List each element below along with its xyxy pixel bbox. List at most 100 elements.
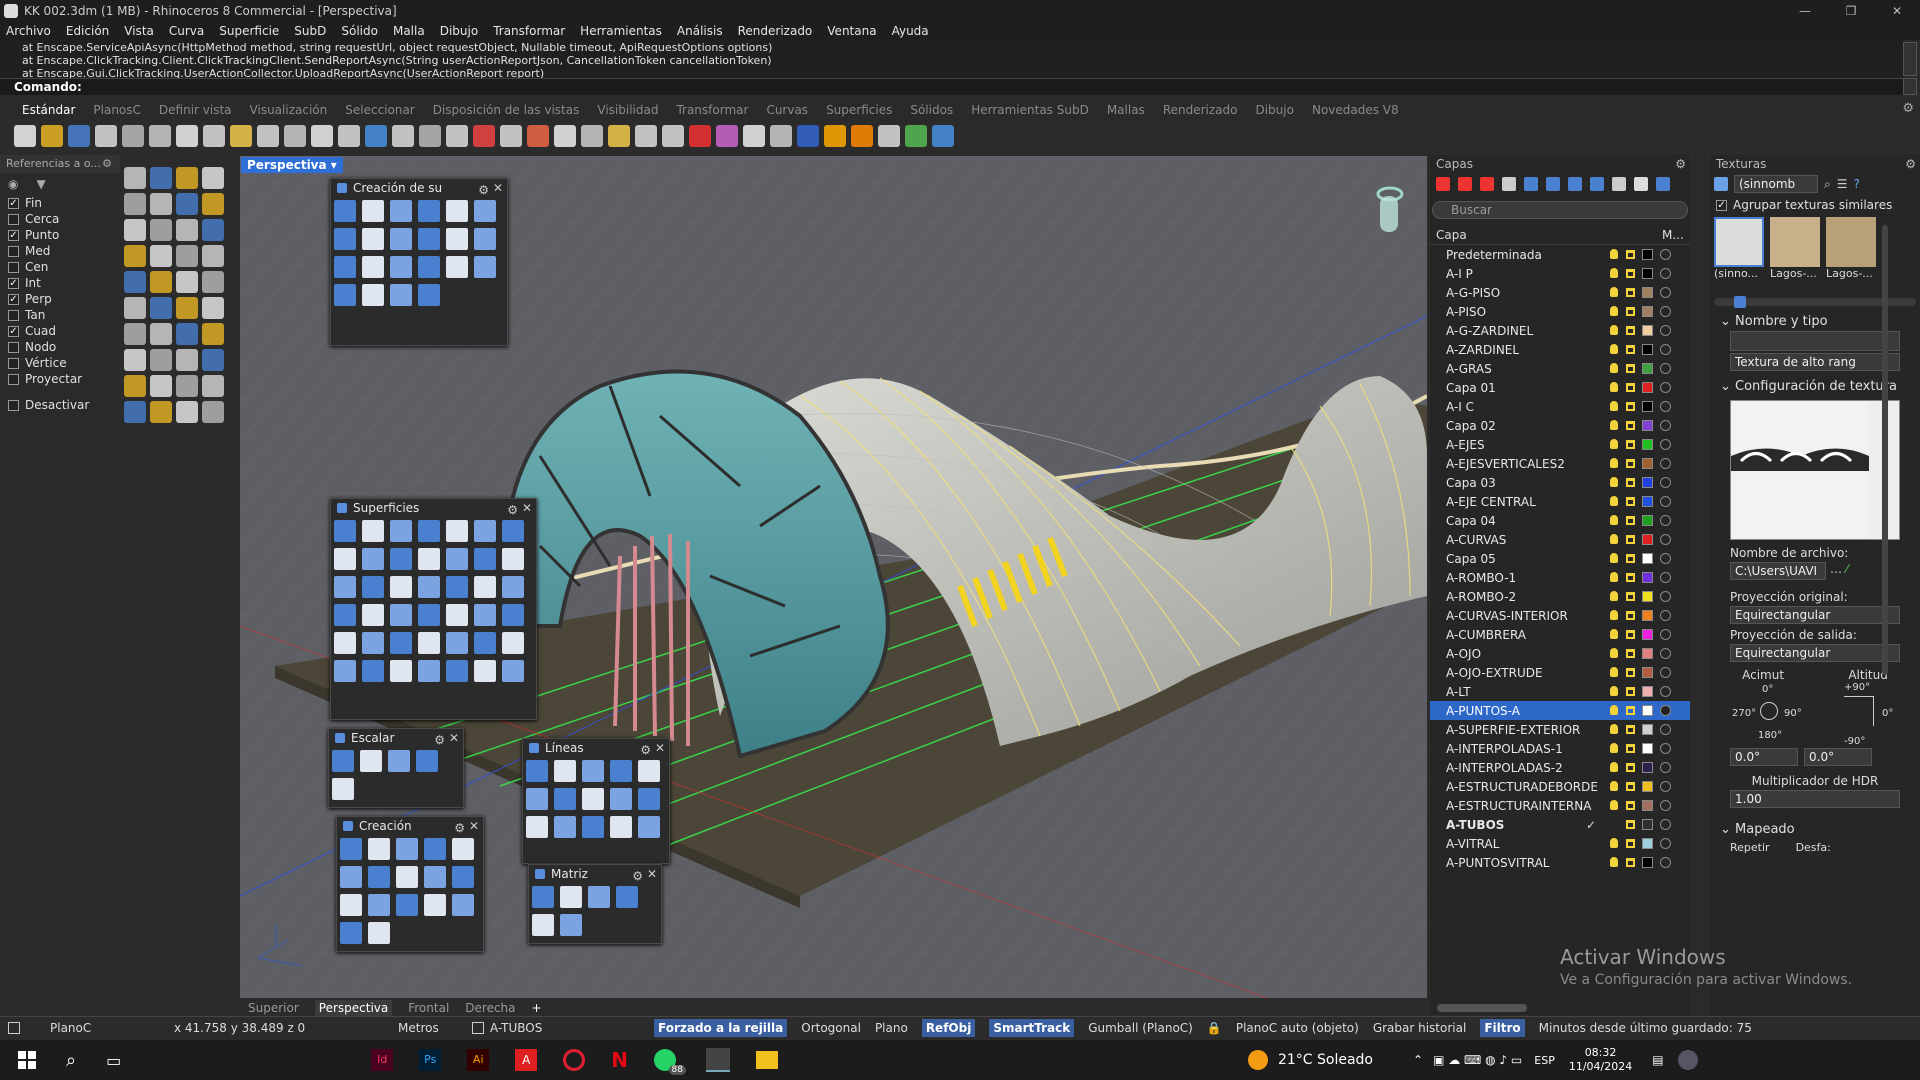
layer-color-swatch[interactable]	[1642, 401, 1653, 412]
layer-color-swatch[interactable]	[1642, 819, 1653, 830]
sidebar-tool-icon[interactable]	[150, 297, 172, 319]
layer-color-swatch[interactable]	[1642, 553, 1653, 564]
toolbar-tab[interactable]: Estándar	[22, 103, 75, 117]
texture-thumb[interactable]: Lagos-...	[1826, 217, 1876, 280]
close-icon[interactable]: ✕	[647, 865, 657, 883]
layer-visibility-bulb-icon[interactable]	[1610, 401, 1618, 411]
floating-tool-icon[interactable]	[360, 750, 382, 772]
floating-toolbar-header[interactable]: Matriz ⚙ ✕	[529, 865, 661, 883]
floating-tool-icon[interactable]	[334, 228, 356, 250]
layer-material-icon[interactable]	[1660, 705, 1671, 716]
layer-lock-icon[interactable]	[1626, 516, 1635, 525]
layer-lock-icon[interactable]	[1626, 630, 1635, 639]
floating-tool-icon[interactable]	[362, 576, 384, 598]
help-icon[interactable]: ?	[1854, 177, 1860, 191]
floating-tool-icon[interactable]	[418, 284, 440, 306]
sidebar-tool-icon[interactable]	[176, 297, 198, 319]
menu-item[interactable]: Dibujo	[440, 24, 478, 38]
sidebar-tool-icon[interactable]	[202, 219, 224, 241]
layer-material-icon[interactable]	[1660, 762, 1671, 773]
layer-color-swatch[interactable]	[1642, 249, 1653, 260]
toolbar-tool-icon[interactable]	[203, 125, 225, 147]
floating-tool-icon[interactable]	[452, 838, 474, 860]
layer-tool-icon[interactable]	[1502, 177, 1516, 191]
status-panel-icon[interactable]	[8, 1021, 20, 1034]
toolbar-tab[interactable]: Visibilidad	[597, 103, 658, 117]
layer-tool-icon[interactable]	[1568, 177, 1582, 191]
floating-tool-icon[interactable]	[424, 866, 446, 888]
layer-material-icon[interactable]	[1660, 363, 1671, 374]
group-similar-checkbox[interactable]: ✓	[1716, 199, 1727, 211]
layer-tool-icon[interactable]	[1480, 177, 1494, 191]
floating-tool-icon[interactable]	[396, 838, 418, 860]
menu-item[interactable]: Ventana	[827, 24, 876, 38]
floating-tool-icon[interactable]	[474, 228, 496, 250]
floating-tool-icon[interactable]	[446, 200, 468, 222]
osnap-item[interactable]: Med	[0, 243, 120, 259]
floating-tool-icon[interactable]	[452, 866, 474, 888]
sidebar-tool-icon[interactable]	[176, 245, 198, 267]
layer-tool-icon[interactable]	[1546, 177, 1560, 191]
layer-row[interactable]: A-VITRAL	[1430, 834, 1690, 853]
layer-row[interactable]: Capa 03	[1430, 473, 1690, 492]
layer-row[interactable]: A-I C	[1430, 397, 1690, 416]
toolbar-tab[interactable]: Novedades V8	[1312, 103, 1399, 117]
floating-tool-icon[interactable]	[560, 914, 582, 936]
floating-tool-icon[interactable]	[446, 228, 468, 250]
floating-tool-icon[interactable]	[532, 886, 554, 908]
sidebar-tool-icon[interactable]	[176, 193, 198, 215]
floating-tool-icon[interactable]	[368, 894, 390, 916]
sidebar-tool-icon[interactable]	[202, 297, 224, 319]
floating-tool-icon[interactable]	[390, 632, 412, 654]
gear-icon[interactable]: ⚙	[507, 501, 518, 519]
layer-material-icon[interactable]	[1660, 534, 1671, 545]
layer-lock-icon[interactable]	[1626, 687, 1635, 696]
close-icon[interactable]: ✕	[655, 739, 665, 757]
layer-visibility-bulb-icon[interactable]	[1610, 325, 1618, 335]
group-similar-option[interactable]: ✓ Agrupar texturas similares	[1710, 197, 1920, 213]
layer-visibility-bulb-icon[interactable]	[1610, 496, 1618, 506]
layer-material-icon[interactable]	[1660, 249, 1671, 260]
layer-color-swatch[interactable]	[1642, 306, 1653, 317]
floating-tool-icon[interactable]	[418, 520, 440, 542]
status-record-history[interactable]: Grabar historial	[1373, 1021, 1467, 1035]
task-view-icon[interactable]: ▭	[106, 1051, 121, 1070]
toolbar-tab[interactable]: Transformar	[676, 103, 748, 117]
sidebar-tool-icon[interactable]	[150, 349, 172, 371]
layer-color-swatch[interactable]	[1642, 629, 1653, 640]
toolbar-tool-icon[interactable]	[122, 125, 144, 147]
toolbar-tab[interactable]: Seleccionar	[345, 103, 414, 117]
layer-color-swatch[interactable]	[1642, 838, 1653, 849]
sidebar-tool-icon[interactable]	[202, 271, 224, 293]
floating-tool-icon[interactable]	[362, 660, 384, 682]
altitude-input[interactable]: 0.0°	[1804, 748, 1872, 766]
layer-lock-icon[interactable]	[1626, 269, 1635, 278]
autocad-icon[interactable]: A	[515, 1049, 538, 1071]
layer-lock-icon[interactable]	[1626, 535, 1635, 544]
layer-material-icon[interactable]	[1660, 382, 1671, 393]
osnap-checkbox[interactable]	[8, 341, 19, 353]
layer-material-icon[interactable]	[1660, 838, 1671, 849]
sidebar-tool-icon[interactable]	[150, 245, 172, 267]
layer-row[interactable]: A-ESTRUCTURADEBORDE	[1430, 777, 1690, 796]
osnap-item[interactable]: Nodo	[0, 339, 120, 355]
osnap-item[interactable]: Proyectar	[0, 371, 120, 387]
floating-tool-icon[interactable]	[610, 760, 632, 782]
toolbar-tab[interactable]: Visualización	[250, 103, 328, 117]
azimuth-dial[interactable]	[1760, 702, 1778, 720]
layer-visibility-bulb-icon[interactable]	[1610, 420, 1618, 430]
sidebar-tool-icon[interactable]	[124, 349, 146, 371]
menu-item[interactable]: Herramientas	[580, 24, 662, 38]
layer-visibility-bulb-icon[interactable]	[1610, 382, 1618, 392]
sidebar-tool-icon[interactable]	[202, 323, 224, 345]
floating-tool-icon[interactable]	[446, 548, 468, 570]
osnap-checkbox[interactable]	[8, 309, 19, 321]
toolbar-tool-icon[interactable]	[878, 125, 900, 147]
layer-visibility-bulb-icon[interactable]	[1610, 648, 1618, 658]
layer-tool-icon[interactable]	[1524, 177, 1538, 191]
menu-item[interactable]: SubD	[294, 24, 326, 38]
floating-tool-icon[interactable]	[390, 520, 412, 542]
floating-tool-icon[interactable]	[610, 816, 632, 838]
layer-material-icon[interactable]	[1660, 648, 1671, 659]
menu-item[interactable]: Curva	[169, 24, 204, 38]
